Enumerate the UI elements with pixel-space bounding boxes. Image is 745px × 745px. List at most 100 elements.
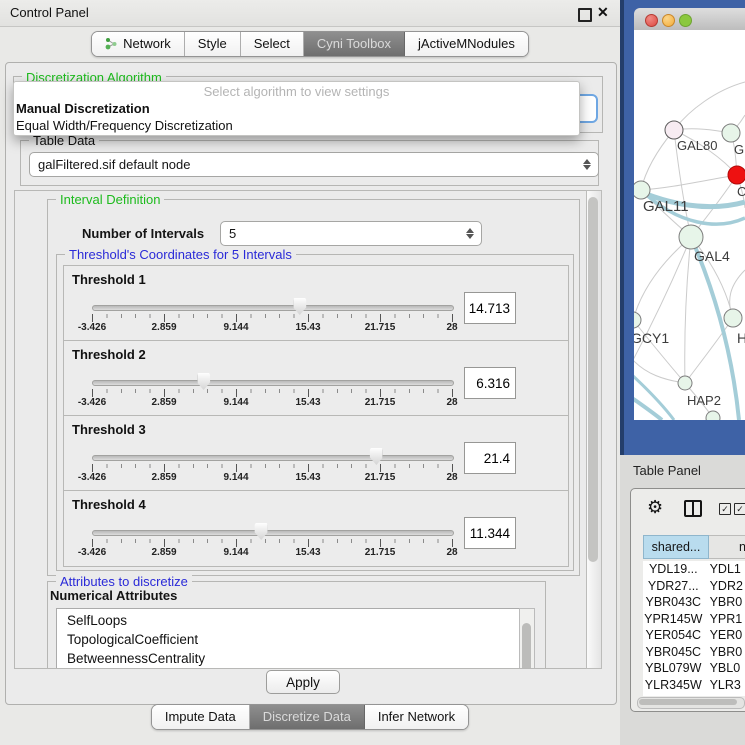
- attributes-list[interactable]: SelfLoops TopologicalCoefficient Between…: [56, 608, 521, 669]
- gear-icon[interactable]: ⚙: [647, 496, 663, 518]
- node-red-selected[interactable]: [728, 166, 745, 184]
- cell[interactable]: YER054C: [643, 627, 704, 644]
- cell[interactable]: YBR0: [704, 594, 745, 611]
- table-row[interactable]: YLR345W YLR3: [643, 677, 745, 694]
- cell[interactable]: YPR1: [704, 611, 745, 628]
- cell[interactable]: YLR345W: [643, 677, 704, 694]
- node-label-c-partial: C: [737, 184, 745, 199]
- slider-thumb[interactable]: [255, 523, 268, 540]
- cell[interactable]: YBR0: [704, 644, 745, 661]
- scrollbar-thumb[interactable]: [639, 699, 737, 705]
- tab-impute-data[interactable]: Impute Data: [152, 705, 250, 729]
- threshold-4-slider[interactable]: [92, 521, 452, 541]
- table-row[interactable]: YBR043C YBR0: [643, 594, 745, 611]
- list-item[interactable]: TopologicalCoefficient: [57, 630, 520, 649]
- node-label-gal4: GAL4: [694, 248, 730, 264]
- cell[interactable]: YLR3: [704, 677, 745, 694]
- apply-label: Apply: [286, 675, 320, 690]
- slider-thumb[interactable]: [293, 298, 306, 315]
- cell[interactable]: YDL19...: [643, 561, 704, 578]
- scrollbar-thumb[interactable]: [522, 623, 531, 669]
- table-row[interactable]: YPR145W YPR1: [643, 611, 745, 628]
- cell[interactable]: YBR045C: [643, 644, 704, 661]
- tab-infer-network[interactable]: Infer Network: [365, 705, 468, 729]
- float-window-icon[interactable]: [578, 8, 592, 22]
- table-row[interactable]: YDL19... YDL1: [643, 561, 745, 578]
- column-header-shared[interactable]: shared...: [643, 535, 709, 559]
- table-horizontal-scrollbar[interactable]: [637, 697, 745, 709]
- slider-track[interactable]: [92, 530, 454, 536]
- table-data-combobox[interactable]: galFiltered.sif default node: [29, 152, 599, 177]
- minimize-traffic-light-icon[interactable]: [662, 14, 675, 27]
- split-columns-icon[interactable]: [684, 500, 702, 517]
- cell[interactable]: YPR145W: [643, 611, 704, 628]
- zoom-traffic-light-icon[interactable]: [679, 14, 692, 27]
- network-canvas[interactable]: GAL80 G C GAL11 GAL4 GCY1 H HAP2: [634, 30, 745, 420]
- attributes-scrollbar[interactable]: [519, 608, 535, 669]
- tick-label: 9.144: [223, 322, 248, 333]
- threshold-4-value-field[interactable]: [464, 517, 516, 549]
- checkbox-icon[interactable]: ✓: [719, 503, 731, 515]
- threshold-3-slider[interactable]: [92, 446, 452, 466]
- slider-track[interactable]: [92, 380, 454, 386]
- threshold-3-value-field[interactable]: [464, 442, 516, 474]
- dropdown-option-manual-discretization[interactable]: Manual Discretization: [14, 100, 579, 117]
- threshold-1-value-field[interactable]: [464, 292, 516, 324]
- control-panel-titlebar: Control Panel ✕: [0, 0, 620, 27]
- node-partial-bottom[interactable]: [706, 411, 720, 420]
- dropdown-option-equal-width-frequency[interactable]: Equal Width/Frequency Discretization: [14, 117, 579, 134]
- list-item[interactable]: BetweennessCentrality: [57, 649, 520, 668]
- cell[interactable]: YIL0: [704, 693, 745, 696]
- tab-network[interactable]: Network: [92, 32, 185, 56]
- threshold-1-slider[interactable]: [92, 296, 452, 316]
- panel-title: Control Panel: [10, 5, 89, 20]
- tab-style[interactable]: Style: [185, 32, 241, 56]
- node-gcy1[interactable]: [634, 312, 641, 328]
- node-h[interactable]: [724, 309, 742, 327]
- close-icon[interactable]: ✕: [597, 4, 609, 21]
- close-traffic-light-icon[interactable]: [645, 14, 658, 27]
- group-title: Interval Definition: [56, 192, 164, 207]
- table-row[interactable]: YDR27... YDR2: [643, 578, 745, 595]
- scrollbar-thumb[interactable]: [588, 197, 598, 562]
- column-header-name[interactable]: n: [709, 535, 745, 559]
- tab-discretize-data[interactable]: Discretize Data: [250, 705, 365, 729]
- tick-label: 15.43: [295, 472, 320, 483]
- table-row[interactable]: YER054C YER0: [643, 627, 745, 644]
- threshold-2-panel: Threshold 2 -3.426 2.859 9.144 15.43 21.…: [63, 340, 569, 417]
- cell[interactable]: YDR2: [704, 578, 745, 595]
- slider-track[interactable]: [92, 305, 454, 311]
- tab-cyni-toolbox[interactable]: Cyni Toolbox: [304, 32, 405, 56]
- slider-thumb[interactable]: [370, 448, 383, 465]
- threshold-2-value-field[interactable]: [464, 367, 516, 399]
- slider-thumb[interactable]: [197, 373, 210, 390]
- num-intervals-combobox[interactable]: 5: [220, 221, 482, 246]
- apply-button[interactable]: Apply: [266, 670, 340, 694]
- node-partial-top-right[interactable]: [722, 124, 740, 142]
- list-item[interactable]: SelfLoops: [57, 609, 520, 630]
- settings-vertical-scrollbar[interactable]: [586, 190, 602, 669]
- table-row[interactable]: YBL079W YBL0: [643, 660, 745, 677]
- node-hap2[interactable]: [678, 376, 692, 390]
- cell[interactable]: YIL052C: [643, 693, 704, 696]
- table-row[interactable]: YIL052C YIL0: [643, 693, 745, 696]
- node-gal4[interactable]: [679, 225, 703, 249]
- cell[interactable]: YDL1: [704, 561, 745, 578]
- tab-select[interactable]: Select: [241, 32, 304, 56]
- cell[interactable]: YER0: [704, 627, 745, 644]
- table-row[interactable]: YBR045C YBR0: [643, 644, 745, 661]
- tab-jactivemnodules[interactable]: jActiveMNodules: [405, 32, 528, 56]
- checkbox-icon[interactable]: ✓: [734, 503, 745, 515]
- threshold-2-slider[interactable]: [92, 371, 452, 391]
- cell[interactable]: YDR27...: [643, 578, 704, 595]
- threshold-4-panel: Threshold 4 -3.426 2.859 9.144 15.43 21.…: [63, 490, 569, 567]
- tab-label: Select: [254, 36, 290, 51]
- slider-track[interactable]: [92, 455, 454, 461]
- cell[interactable]: YBL0: [704, 660, 745, 677]
- cell[interactable]: YBR043C: [643, 594, 704, 611]
- network-window-titlebar[interactable]: [634, 8, 745, 31]
- cell[interactable]: YBL079W: [643, 660, 704, 677]
- combobox-value: 5: [229, 226, 236, 241]
- node-gal80[interactable]: [665, 121, 683, 139]
- node-gal11[interactable]: [634, 181, 650, 199]
